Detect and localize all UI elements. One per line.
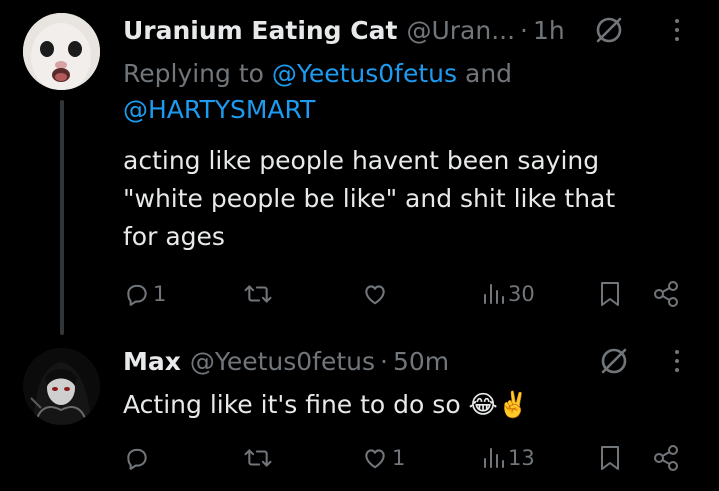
- cat-avatar-image: [23, 13, 100, 90]
- anime-avatar-image: [23, 348, 100, 425]
- reply-button[interactable]: 1: [124, 277, 166, 311]
- heart-icon: [365, 449, 385, 469]
- views-icon: [484, 284, 504, 304]
- reply-icon: [127, 284, 147, 306]
- tweet-actions: 1 30: [0, 277, 719, 311]
- replying-prefix: Replying to: [123, 59, 272, 88]
- grok-icon[interactable]: [597, 344, 631, 378]
- grok-icon[interactable]: [592, 13, 626, 47]
- retweet-button[interactable]: [243, 441, 276, 475]
- share-icon: [654, 445, 678, 471]
- avatar[interactable]: [23, 13, 100, 90]
- retweet-button[interactable]: [243, 277, 276, 311]
- views-icon: [484, 448, 504, 468]
- bookmark-icon: [601, 446, 619, 470]
- like-button[interactable]: [361, 277, 392, 311]
- author-handle[interactable]: @Uran...: [406, 16, 515, 45]
- tweet-actions: 1 13: [0, 441, 719, 475]
- reply-count: 1: [153, 282, 167, 306]
- bookmark-button[interactable]: [598, 277, 622, 311]
- timestamp[interactable]: 50m: [393, 347, 449, 376]
- separator-dot: ·: [520, 15, 528, 45]
- author-name[interactable]: Max: [123, 347, 181, 376]
- retweet-icon: [244, 285, 272, 303]
- more-icon[interactable]: [667, 13, 687, 47]
- share-button[interactable]: [652, 277, 680, 311]
- retweet-icon: [244, 449, 272, 467]
- tweet-header: Uranium Eating Cat @Uran... · 1h: [123, 13, 565, 47]
- reply-icon: [127, 448, 147, 470]
- author-handle[interactable]: @Yeetus0fetus: [190, 347, 375, 376]
- share-button[interactable]: [652, 441, 680, 475]
- views-button[interactable]: 13: [481, 441, 535, 475]
- bookmark-icon: [601, 282, 619, 306]
- tweet-header: Max @Yeetus0fetus · 50m: [123, 344, 449, 378]
- replying-to: Replying to @Yeetus0fetus and @HARTYSMART: [123, 56, 683, 128]
- avatar[interactable]: [23, 348, 100, 425]
- author-name[interactable]: Uranium Eating Cat: [123, 16, 397, 45]
- like-button[interactable]: 1: [361, 441, 405, 475]
- view-count: 13: [508, 446, 535, 470]
- bookmark-button[interactable]: [598, 441, 622, 475]
- replying-and: and: [457, 59, 513, 88]
- mention-link[interactable]: @Yeetus0fetus: [272, 59, 457, 88]
- more-icon[interactable]: [667, 344, 687, 378]
- views-button[interactable]: 30: [481, 277, 535, 311]
- heart-icon: [365, 285, 385, 305]
- timestamp[interactable]: 1h: [533, 16, 565, 45]
- tweet-text: Acting like it's fine to do so 😂✌️: [123, 390, 529, 419]
- tweet-text: acting like people havent been saying "w…: [123, 146, 616, 251]
- like-count: 1: [392, 446, 406, 470]
- mention-link[interactable]: @HARTYSMART: [123, 95, 315, 124]
- share-icon: [654, 281, 678, 307]
- tweet-uranium-eating-cat[interactable]: Uranium Eating Cat @Uran... · 1h Replyin…: [0, 0, 719, 335]
- tweet-max[interactable]: Max @Yeetus0fetus · 50m Acting like it's…: [0, 326, 719, 491]
- separator-dot: ·: [380, 346, 388, 376]
- reply-button[interactable]: [124, 441, 153, 475]
- view-count: 30: [508, 282, 535, 306]
